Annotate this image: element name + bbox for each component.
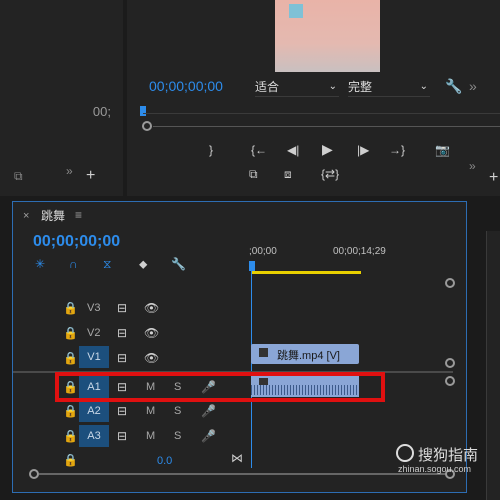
overflow-chevron-icon[interactable]: »: [469, 79, 477, 93]
track-label-a2[interactable]: A2: [79, 400, 109, 422]
watermark-url: zhinan.sogou.com: [398, 464, 472, 474]
ruler-start-label: ;00;00: [249, 246, 277, 257]
preview-figure: [289, 4, 303, 18]
linked-selection-icon[interactable]: ⧖: [103, 258, 111, 270]
monitor-playhead[interactable]: [140, 106, 146, 116]
ruler-mark-label: 00;00;14;29: [333, 246, 386, 257]
highlight-box: [55, 372, 385, 402]
fx-icon: [259, 348, 268, 357]
h-scroll-track[interactable]: [39, 473, 449, 475]
fit-dropdown[interactable]: 适合 ⌄: [255, 78, 339, 97]
sync-icon[interactable]: ⊟: [117, 352, 127, 364]
sync-icon[interactable]: ⊟: [117, 430, 127, 442]
track-label-v2[interactable]: V2: [87, 327, 100, 339]
play-icon[interactable]: ▶: [322, 142, 333, 156]
video-track-area: 🔒 V3 ⊟ 👁 🔒 V2 ⊟ 👁 🔒 V1 ⊟ 👁 跳舞.mp4 [V]: [13, 294, 455, 369]
chevron-down-icon: ⌄: [419, 81, 428, 92]
track-label-v3[interactable]: V3: [87, 302, 100, 314]
go-to-in-icon[interactable]: {←: [251, 144, 267, 156]
lock-icon[interactable]: 🔒: [63, 430, 78, 442]
overflow-chevron-icon[interactable]: »: [469, 160, 476, 172]
menu-icon[interactable]: ≡: [75, 209, 82, 221]
mute-button[interactable]: M: [146, 430, 155, 442]
program-monitor: 00;00;00;00 适合 ⌄ 完整 ⌄ 🔧 » } {← ◀| ▶ |▶ →} …: [127, 0, 500, 196]
timeline-playhead[interactable]: [249, 261, 255, 271]
source-panel: 00; ⧉ » +: [0, 0, 123, 196]
track-label-a3[interactable]: A3: [79, 425, 109, 447]
lock-icon[interactable]: 🔒: [63, 352, 78, 364]
work-area-bar[interactable]: [251, 271, 361, 274]
clip-name: 跳舞.mp4 [V]: [277, 350, 340, 362]
timeline-timecode: 00;00;00;00: [33, 233, 121, 250]
button-editor-icon[interactable]: ⧉: [14, 170, 23, 182]
eye-icon[interactable]: 👁: [144, 302, 159, 314]
wrench-icon[interactable]: 🔧: [171, 258, 186, 270]
video-clip[interactable]: 跳舞.mp4 [V]: [251, 344, 359, 364]
lock-icon[interactable]: 🔒: [63, 405, 78, 417]
source-timecode: 00;: [92, 104, 111, 119]
right-panel: [486, 231, 500, 500]
step-back-icon[interactable]: ◀|: [287, 144, 299, 156]
lift-icon[interactable]: ⧉: [249, 168, 258, 180]
camera-icon[interactable]: 📷: [435, 144, 450, 156]
video-scroll-bottom[interactable]: [445, 358, 455, 368]
sequence-tab[interactable]: 跳舞: [41, 207, 65, 224]
quality-dropdown[interactable]: 完整 ⌄: [348, 78, 430, 97]
eye-icon[interactable]: 👁: [144, 352, 159, 364]
step-forward-icon[interactable]: |▶: [357, 144, 369, 156]
track-label-v1[interactable]: V1: [79, 346, 109, 368]
mark-out-icon[interactable]: }: [209, 144, 213, 156]
add-marker-icon[interactable]: ⬥: [139, 258, 147, 270]
master-volume[interactable]: 0.0: [157, 455, 172, 467]
add-button-icon[interactable]: +: [489, 170, 498, 186]
microphone-icon[interactable]: 🎤: [201, 405, 216, 417]
h-scroll-left[interactable]: [29, 469, 39, 479]
eye-icon[interactable]: 👁: [144, 327, 159, 339]
lock-icon[interactable]: 🔒: [63, 302, 78, 314]
nest-icon[interactable]: ✳: [35, 258, 45, 270]
sync-icon[interactable]: ⊟: [117, 302, 127, 314]
snap-icon[interactable]: ∩: [69, 258, 78, 270]
wrench-icon[interactable]: 🔧: [445, 79, 462, 93]
comparison-icon[interactable]: {⇄}: [321, 168, 339, 180]
add-button-icon[interactable]: +: [86, 168, 95, 184]
monitor-scrub-bar[interactable]: [143, 113, 500, 114]
overflow-chevron-icon[interactable]: »: [66, 165, 73, 177]
lock-icon[interactable]: 🔒: [63, 454, 78, 466]
audio-scroll-top[interactable]: [445, 376, 455, 386]
solo-button[interactable]: S: [174, 405, 181, 417]
vertical-scroll-top[interactable]: [445, 278, 455, 288]
zoom-scroll-handle[interactable]: [142, 121, 152, 131]
lock-icon[interactable]: 🔒: [63, 327, 78, 339]
mute-button[interactable]: M: [146, 405, 155, 417]
go-to-out-icon[interactable]: →}: [389, 144, 405, 156]
sogou-logo-icon: [396, 444, 414, 462]
program-timecode: 00;00;00;00: [149, 78, 223, 94]
solo-button[interactable]: S: [174, 430, 181, 442]
close-icon[interactable]: ×: [23, 210, 29, 222]
extract-icon[interactable]: ⧈: [284, 168, 292, 180]
sync-icon[interactable]: ⊟: [117, 405, 127, 417]
video-preview: [275, 0, 380, 72]
microphone-icon[interactable]: 🎤: [201, 430, 216, 442]
watermark-brand: 搜狗指南: [418, 447, 479, 464]
chevron-down-icon: ⌄: [328, 81, 337, 92]
sync-icon[interactable]: ⊟: [117, 327, 127, 339]
go-to-end-icon[interactable]: ⋈: [231, 452, 243, 464]
zoom-scroll-track[interactable]: [153, 126, 500, 127]
